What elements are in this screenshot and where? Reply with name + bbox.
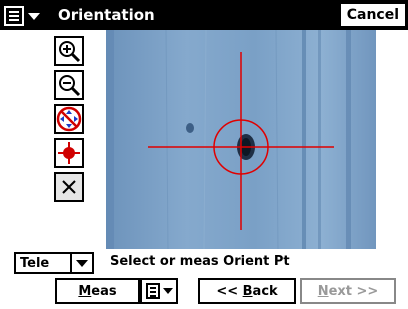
target-button[interactable] — [54, 138, 84, 168]
meas-label: Meas — [78, 283, 117, 299]
zoom-in-button[interactable] — [54, 36, 84, 66]
title-bar: Orientation Cancel — [0, 0, 408, 30]
zoom-out-icon — [59, 75, 81, 97]
camera-view[interactable] — [106, 30, 376, 249]
target-icon — [58, 142, 80, 164]
start-menu-button[interactable] — [4, 4, 54, 28]
menu-icon — [145, 283, 160, 299]
meas-options-button[interactable] — [140, 278, 178, 304]
zoom-out-button[interactable] — [54, 70, 84, 100]
back-label: << Back — [216, 283, 278, 299]
cancel-button[interactable]: Cancel — [339, 3, 406, 27]
close-icon — [62, 180, 76, 194]
back-button[interactable]: << Back — [198, 278, 296, 304]
clear-button[interactable] — [54, 172, 84, 202]
next-button[interactable]: Next >> — [300, 278, 396, 304]
chevron-down-icon — [28, 12, 40, 20]
meas-button[interactable]: Meas — [55, 278, 140, 304]
window-title: Orientation — [58, 6, 155, 24]
zoom-mode-value: Tele — [20, 255, 50, 271]
pan-button[interactable] — [54, 104, 84, 134]
zoom-in-icon — [59, 41, 81, 63]
pan-icon — [56, 106, 82, 132]
zoom-mode-select[interactable]: Tele — [14, 252, 94, 274]
status-text: Select or meas Orient Pt — [110, 254, 290, 269]
menu-icon — [4, 6, 24, 26]
next-label: Next >> — [317, 283, 379, 299]
view-toolbar — [54, 36, 84, 206]
chevron-down-icon — [162, 288, 173, 294]
chevron-down-icon[interactable] — [70, 254, 92, 272]
